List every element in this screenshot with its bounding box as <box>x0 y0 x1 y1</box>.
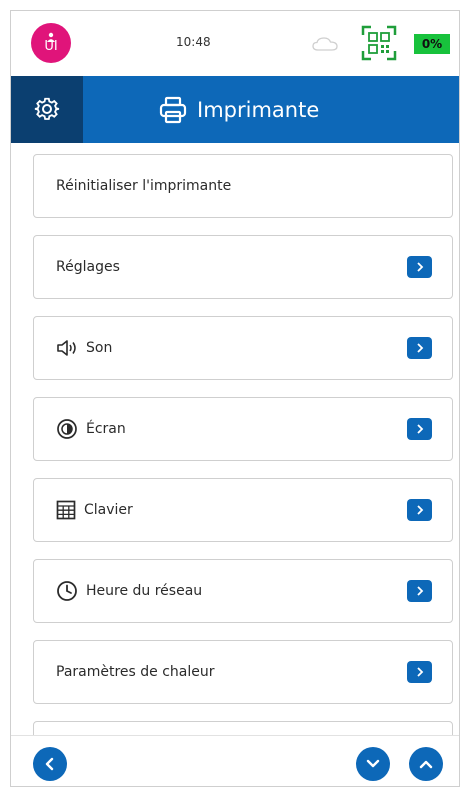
app-frame: UI 10:48 0% Imprimante Réinitialiser l'i… <box>10 10 460 787</box>
keyboard-icon <box>56 500 76 520</box>
menu-item-screen[interactable]: Écran <box>33 397 453 461</box>
scroll-down-button[interactable] <box>356 747 390 781</box>
speaker-icon <box>56 340 78 356</box>
chevron-right-icon[interactable] <box>407 499 432 521</box>
menu-item-label: Son <box>86 340 113 356</box>
chevron-right-icon[interactable] <box>407 580 432 602</box>
settings-button[interactable] <box>11 76 83 143</box>
menu-item-label: Réinitialiser l'imprimante <box>56 178 232 194</box>
chevron-right-icon[interactable] <box>407 256 432 278</box>
menu-item-label: Écran <box>86 421 126 437</box>
menu-item-reset-printer[interactable]: Réinitialiser l'imprimante <box>33 154 453 218</box>
menu-item-label: Réglages <box>56 259 120 275</box>
menu-item-settings[interactable]: Réglages <box>33 235 453 299</box>
chevron-up-icon <box>419 760 433 769</box>
menu-item-network-time[interactable]: Heure du réseau <box>33 559 453 623</box>
header-bar: Imprimante <box>11 76 459 143</box>
chevron-down-icon <box>366 759 380 768</box>
clock-time: 10:48 <box>176 35 211 49</box>
cloud-icon <box>312 37 338 51</box>
menu-item-sound[interactable]: Son <box>33 316 453 380</box>
page-title-group: Imprimante <box>159 93 319 127</box>
chevron-right-icon[interactable] <box>407 661 432 683</box>
menu-item-keyboard[interactable]: Clavier <box>33 478 453 542</box>
page-title: Imprimante <box>197 98 320 122</box>
menu-item-heat-settings[interactable]: Paramètres de chaleur <box>33 640 453 704</box>
status-bar: UI 10:48 0% <box>11 11 459 76</box>
printer-icon <box>159 96 187 124</box>
menu-item-label: Paramètres de chaleur <box>56 664 215 680</box>
menu-item-label: Heure du réseau <box>86 583 203 599</box>
menu-item-label: Clavier <box>84 502 133 518</box>
qr-scan-icon[interactable] <box>361 25 397 61</box>
bottom-bar <box>11 735 459 786</box>
avatar-initials: UI <box>44 39 58 54</box>
user-avatar[interactable]: UI <box>31 23 71 63</box>
battery-indicator: 0% <box>414 34 450 54</box>
clock-icon <box>56 580 78 602</box>
brightness-icon <box>56 418 78 440</box>
chevron-left-icon <box>45 757 54 771</box>
gear-icon <box>34 97 60 120</box>
chevron-right-icon[interactable] <box>407 418 432 440</box>
chevron-right-icon[interactable] <box>407 337 432 359</box>
back-button[interactable] <box>33 747 67 781</box>
scroll-up-button[interactable] <box>409 747 443 781</box>
